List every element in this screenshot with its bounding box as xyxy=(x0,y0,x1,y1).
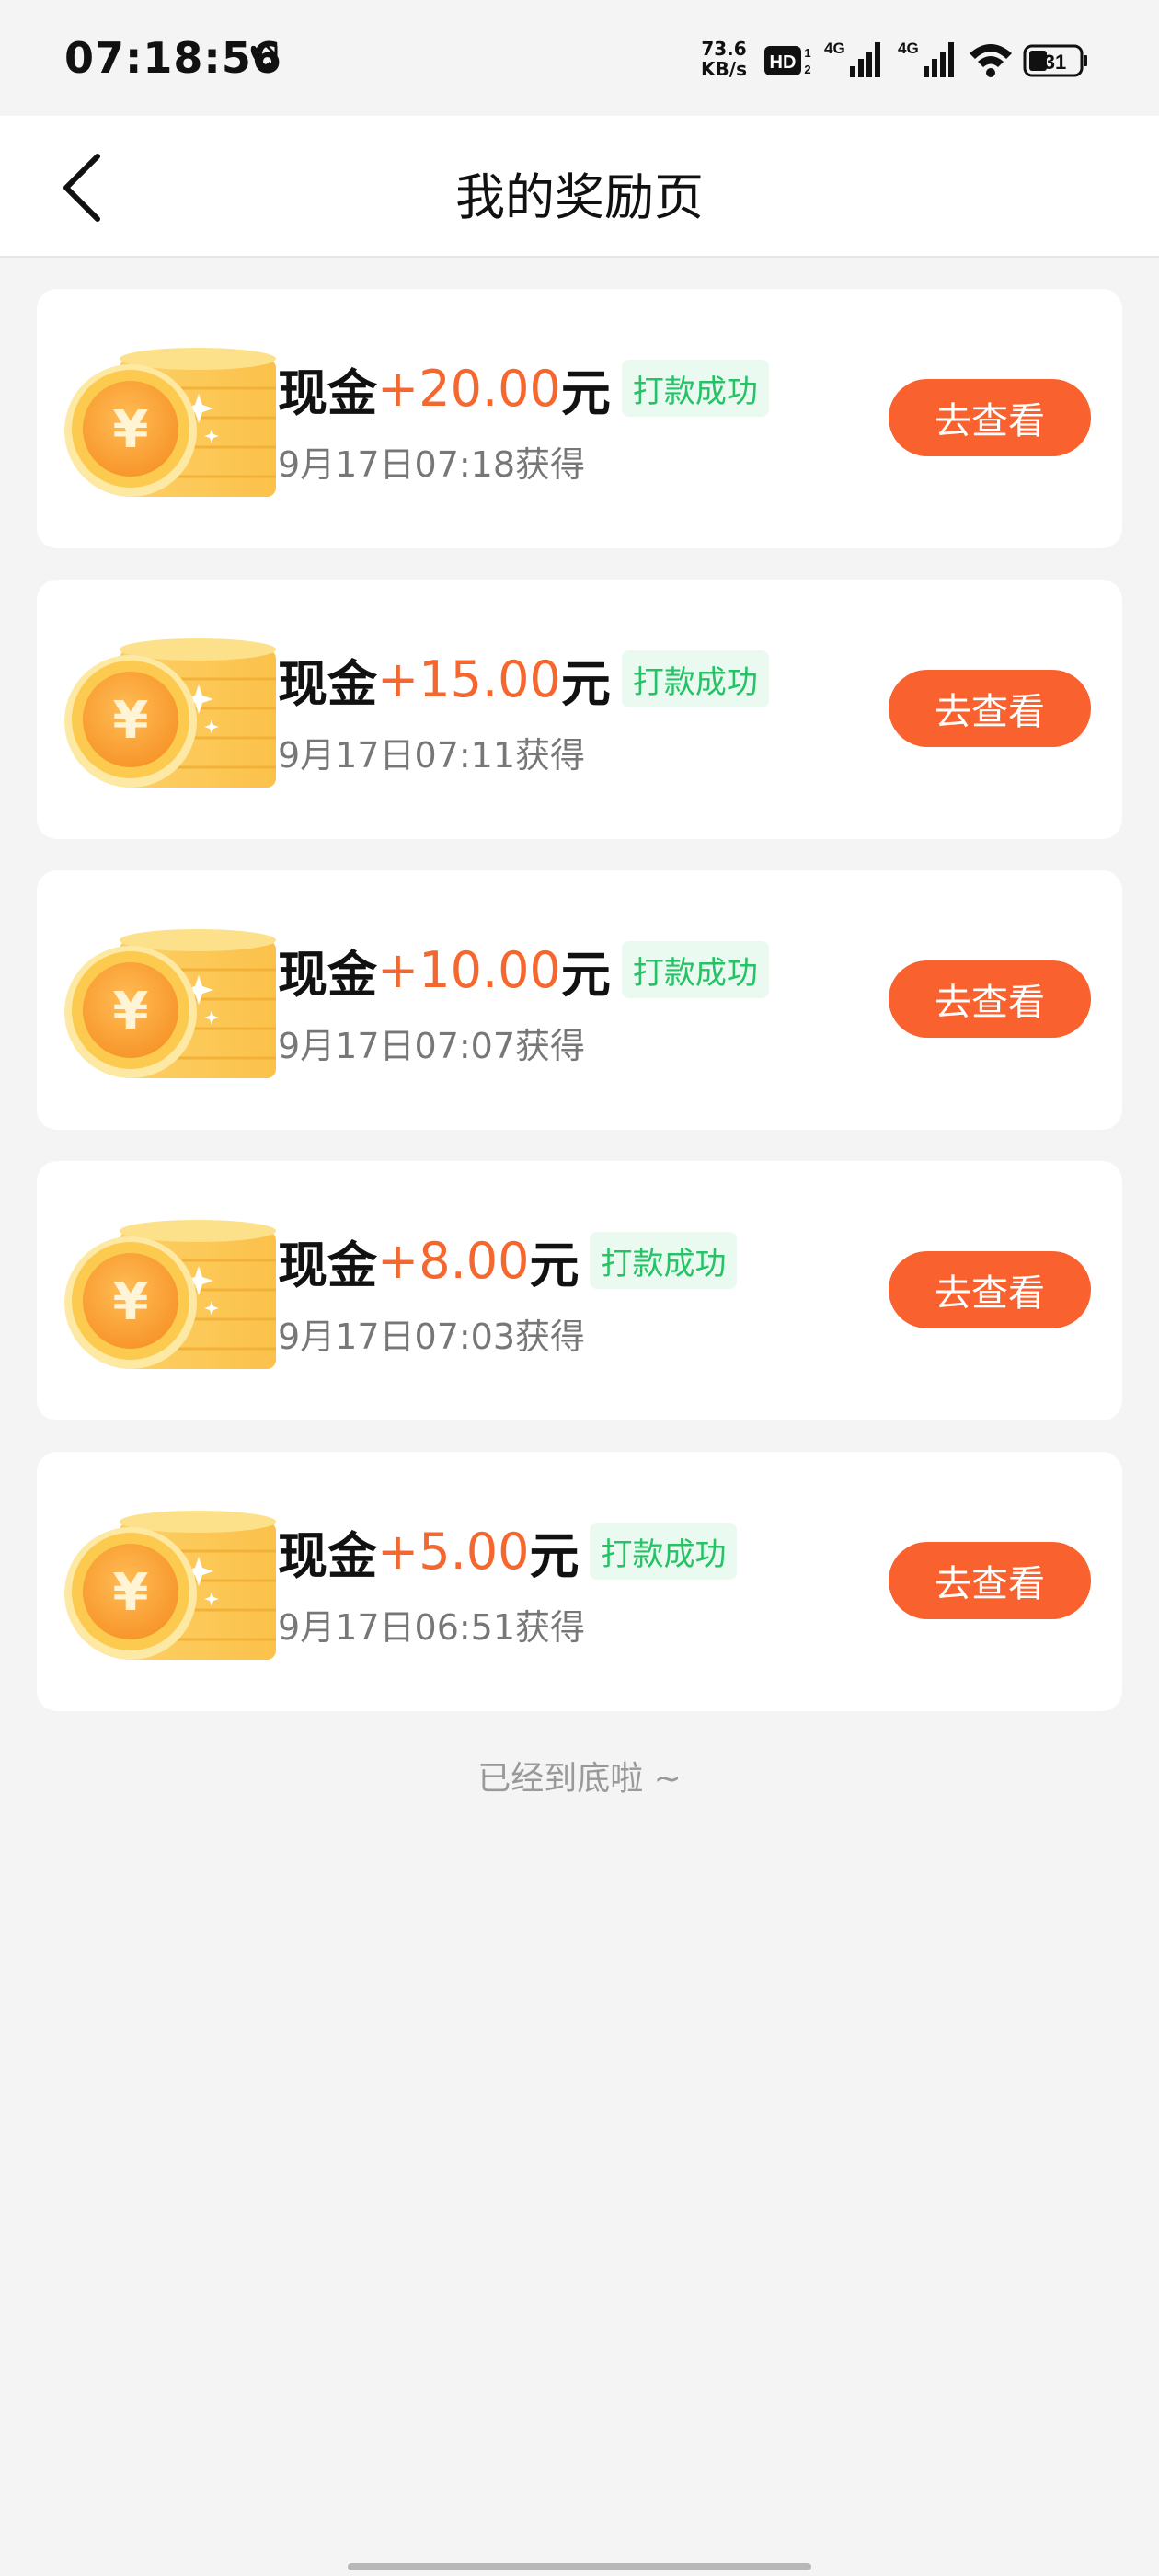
svg-text:¥: ¥ xyxy=(113,982,149,1041)
signal-strength-icon: 4G xyxy=(824,40,880,77)
wifi-icon xyxy=(970,44,1012,77)
gold-coin-stack-icon: ¥ xyxy=(64,929,276,1078)
reward-card: ¥ 现金 +15.00 元 打款成功 9月17日07:11获得 去查看 xyxy=(37,580,1122,839)
reward-list: ¥ 现金 +20.00 元 打款成功 9月17日07:18获得 去查看 ¥ 现金… xyxy=(37,289,1122,1742)
payout-status-badge: 打款成功 xyxy=(621,650,769,707)
reward-amount: +15.00 xyxy=(377,650,561,708)
svg-text:¥: ¥ xyxy=(113,1563,149,1623)
reward-type: 现金 xyxy=(278,654,377,713)
battery-level: 31 xyxy=(1044,51,1066,74)
reward-unit: 元 xyxy=(560,945,611,1004)
hd-icon: HD 1 2 xyxy=(764,46,811,76)
payout-status-badge: 打款成功 xyxy=(621,360,769,417)
reward-amount: +5.00 xyxy=(377,1522,530,1581)
reward-type: 现金 xyxy=(278,1526,377,1585)
reward-card: ¥ 现金 +8.00 元 打款成功 9月17日07:03获得 去查看 xyxy=(37,1161,1122,1420)
gold-coin-stack-icon: ¥ xyxy=(64,348,276,497)
view-button[interactable]: 去查看 xyxy=(889,670,1091,747)
status-bar: 07:18:56 73.6 KB/s HD 1 2 4G 4G 31 xyxy=(0,0,1159,116)
svg-text:2: 2 xyxy=(804,63,810,76)
home-indicator[interactable] xyxy=(348,2563,811,2570)
reward-unit: 元 xyxy=(560,654,611,713)
view-button[interactable]: 去查看 xyxy=(889,960,1091,1038)
reward-time: 9月17日07:07获得 xyxy=(278,1026,586,1066)
payout-status-badge: 打款成功 xyxy=(621,941,769,998)
battery-icon: 31 xyxy=(1023,44,1087,77)
svg-text:¥: ¥ xyxy=(113,400,149,460)
payout-status-badge: 打款成功 xyxy=(590,1232,738,1289)
hd-label: HD xyxy=(770,52,797,73)
reward-time: 9月17日07:11获得 xyxy=(278,735,586,776)
reward-time: 9月17日07:18获得 xyxy=(278,444,586,485)
signal1-label: 4G xyxy=(824,40,845,57)
payout-status-badge: 打款成功 xyxy=(590,1523,738,1580)
reward-card: ¥ 现金 +10.00 元 打款成功 9月17日07:07获得 去查看 xyxy=(37,870,1122,1130)
net-speed-unit: KB/s xyxy=(701,58,747,80)
reward-summary: 现金 +5.00 元 打款成功 xyxy=(278,1518,738,1585)
reward-card: ¥ 现金 +20.00 元 打款成功 9月17日07:18获得 去查看 xyxy=(37,289,1122,548)
signal2-label: 4G xyxy=(898,40,919,57)
view-button[interactable]: 去查看 xyxy=(889,379,1091,456)
svg-text:¥: ¥ xyxy=(113,691,149,751)
reward-amount: +10.00 xyxy=(377,940,561,999)
reward-summary: 现金 +20.00 元 打款成功 xyxy=(278,355,769,422)
gold-coin-stack-icon: ¥ xyxy=(64,638,276,788)
view-button[interactable]: 去查看 xyxy=(889,1542,1091,1619)
reward-time: 9月17日07:03获得 xyxy=(278,1317,586,1357)
hd-badge: HD 1 2 xyxy=(763,42,813,79)
gold-coin-stack-icon: ¥ xyxy=(64,1511,276,1660)
reward-summary: 现金 +8.00 元 打款成功 xyxy=(278,1227,738,1294)
reward-time: 9月17日06:51获得 xyxy=(278,1607,586,1648)
reward-amount: +20.00 xyxy=(377,359,561,418)
svg-text:¥: ¥ xyxy=(113,1272,149,1332)
reward-type: 现金 xyxy=(278,363,377,422)
signal-strength-icon-2: 4G xyxy=(898,40,954,77)
reward-summary: 现金 +10.00 元 打款成功 xyxy=(278,937,769,1004)
page-title: 我的奖励页 xyxy=(455,168,704,226)
view-button[interactable]: 去查看 xyxy=(889,1251,1091,1328)
reward-type: 现金 xyxy=(278,1236,377,1294)
reward-unit: 元 xyxy=(560,363,611,422)
list-end-text: 已经到底啦 ~ xyxy=(477,1760,682,1798)
net-speed-value: 73.6 xyxy=(701,38,747,60)
svg-text:1: 1 xyxy=(804,46,810,60)
reward-amount: +8.00 xyxy=(377,1231,530,1290)
gold-coin-stack-icon: ¥ xyxy=(64,1220,276,1369)
reward-unit: 元 xyxy=(529,1526,580,1585)
reward-summary: 现金 +15.00 元 打款成功 xyxy=(278,646,769,713)
app-header: 我的奖励页 xyxy=(0,116,1159,258)
reward-card: ¥ 现金 +5.00 元 打款成功 9月17日06:51获得 去查看 xyxy=(37,1452,1122,1711)
reward-type: 现金 xyxy=(278,945,377,1004)
reward-unit: 元 xyxy=(529,1236,580,1294)
call-icon xyxy=(250,44,278,71)
net-speed-indicator: 73.6 KB/s xyxy=(695,39,752,79)
